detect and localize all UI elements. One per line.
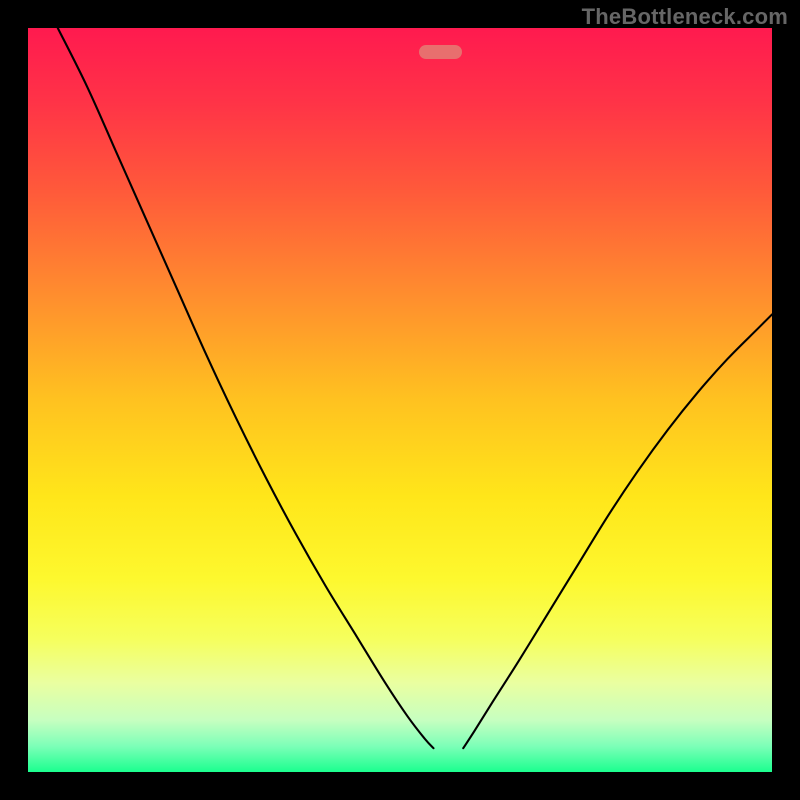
gradient-plot xyxy=(28,28,772,772)
attribution-text: TheBottleneck.com xyxy=(582,4,788,30)
optimal-marker xyxy=(419,45,462,58)
plot-area xyxy=(28,28,772,772)
heat-background xyxy=(28,28,772,772)
chart-frame: TheBottleneck.com xyxy=(0,0,800,800)
